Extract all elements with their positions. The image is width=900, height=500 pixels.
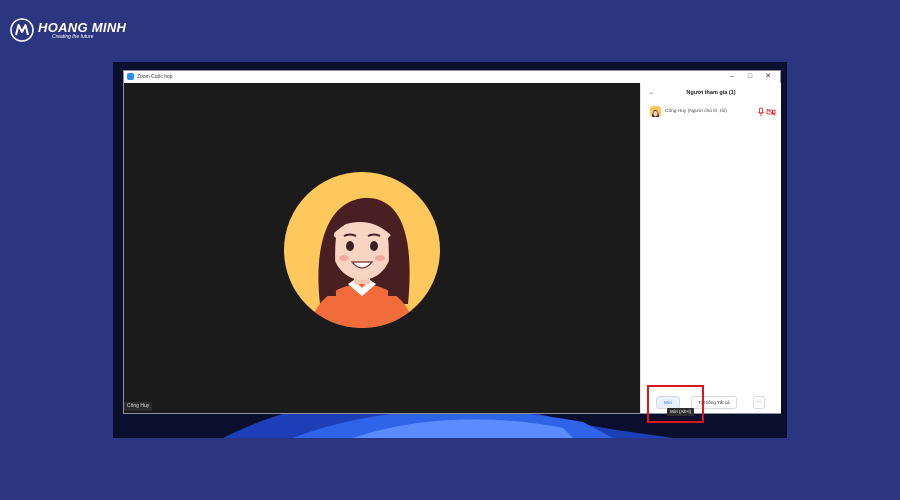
participant-name-tag: Công Huy [124, 402, 153, 411]
highlight-box [647, 385, 704, 423]
screenshot-frame: Zoom Cuộc họp – □ ✕ Công Huy Người tham … [113, 62, 787, 438]
participant-name: Công Huy (Người chủ trì, tôi) [665, 109, 727, 114]
close-button[interactable]: ✕ [760, 72, 776, 81]
participant-avatar [284, 172, 440, 328]
mic-muted-icon[interactable] [757, 107, 765, 117]
video-off-icon[interactable] [766, 107, 776, 117]
participant-row[interactable]: Công Huy (Người chủ trì, tôi) [650, 105, 776, 119]
zoom-logo-icon [127, 73, 134, 80]
maximize-button[interactable]: □ [742, 72, 758, 81]
window-title: Zoom Cuộc họp [137, 74, 173, 80]
more-options-button[interactable]: ... [753, 396, 765, 409]
chevron-down-icon[interactable]: ⌄ [649, 89, 654, 97]
zoom-meeting-window: Zoom Cuộc họp – □ ✕ Công Huy Người tham … [123, 70, 781, 416]
brand-logo: HOANG MINH Creating the future [10, 18, 126, 42]
woman-avatar-icon [310, 197, 414, 328]
participant-thumbnail [650, 106, 661, 117]
woman-avatar-icon [650, 108, 661, 117]
participants-title: Người tham gia (1) [686, 90, 736, 96]
minimize-button[interactable]: – [724, 72, 740, 81]
hoang-minh-logo-icon [10, 18, 34, 42]
video-area: Công Huy [124, 83, 640, 413]
title-bar: Zoom Cuộc họp – □ ✕ [124, 71, 780, 83]
brand-name: HOANG MINH [38, 19, 127, 35]
participants-panel: Người tham gia (1) ⌄ Công Huy (Người chủ… [640, 83, 781, 416]
